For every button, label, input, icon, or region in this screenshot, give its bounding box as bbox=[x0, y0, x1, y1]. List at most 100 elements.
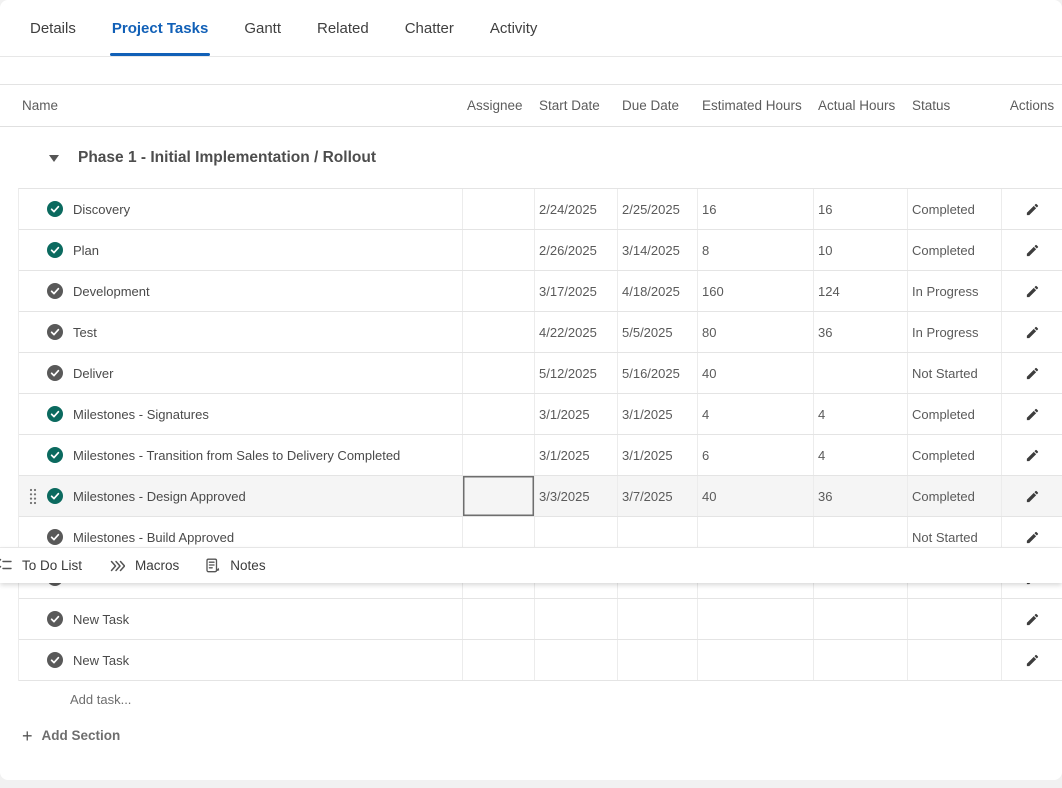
task-complete-icon[interactable] bbox=[47, 652, 63, 668]
drag-handle-icon[interactable] bbox=[29, 488, 37, 505]
start-date-cell[interactable]: 3/3/2025 bbox=[535, 476, 618, 516]
actual-hours-cell[interactable] bbox=[814, 599, 908, 639]
task-complete-icon[interactable] bbox=[47, 324, 63, 340]
assignee-cell[interactable] bbox=[463, 599, 535, 639]
assignee-cell[interactable] bbox=[463, 476, 535, 516]
assignee-cell[interactable] bbox=[463, 435, 535, 475]
estimated-hours-cell[interactable]: 40 bbox=[698, 476, 814, 516]
tab-details[interactable]: Details bbox=[30, 0, 76, 56]
due-date-cell[interactable]: 5/5/2025 bbox=[618, 312, 698, 352]
due-date-cell[interactable]: 3/1/2025 bbox=[618, 435, 698, 475]
assignee-cell[interactable] bbox=[463, 230, 535, 270]
estimated-hours-cell[interactable]: 8 bbox=[698, 230, 814, 270]
actual-hours-cell[interactable]: 16 bbox=[814, 189, 908, 229]
task-complete-icon[interactable] bbox=[47, 529, 63, 545]
edit-pencil-icon[interactable] bbox=[1025, 530, 1040, 545]
task-name-cell[interactable]: Deliver bbox=[19, 353, 463, 393]
due-date-cell[interactable]: 3/14/2025 bbox=[618, 230, 698, 270]
estimated-hours-cell[interactable]: 160 bbox=[698, 271, 814, 311]
tab-related[interactable]: Related bbox=[317, 0, 369, 56]
assignee-cell[interactable] bbox=[463, 189, 535, 229]
due-date-cell[interactable] bbox=[618, 640, 698, 680]
status-cell[interactable] bbox=[908, 640, 1002, 680]
task-complete-icon[interactable] bbox=[47, 365, 63, 381]
assignee-cell[interactable] bbox=[463, 312, 535, 352]
task-name-cell[interactable]: Development bbox=[19, 271, 463, 311]
collapse-caret-icon[interactable] bbox=[48, 153, 60, 163]
add-section-button[interactable]: + Add Section bbox=[22, 728, 120, 743]
due-date-cell[interactable]: 3/1/2025 bbox=[618, 394, 698, 434]
edit-pencil-icon[interactable] bbox=[1025, 407, 1040, 422]
edit-pencil-icon[interactable] bbox=[1025, 612, 1040, 627]
task-complete-icon[interactable] bbox=[47, 406, 63, 422]
start-date-cell[interactable]: 3/1/2025 bbox=[535, 394, 618, 434]
start-date-cell[interactable] bbox=[535, 640, 618, 680]
due-date-cell[interactable]: 5/16/2025 bbox=[618, 353, 698, 393]
macros-button[interactable]: Macros bbox=[110, 558, 179, 573]
status-cell[interactable]: Completed bbox=[908, 394, 1002, 434]
edit-pencil-icon[interactable] bbox=[1025, 325, 1040, 340]
edit-pencil-icon[interactable] bbox=[1025, 366, 1040, 381]
estimated-hours-cell[interactable]: 4 bbox=[698, 394, 814, 434]
todo-list-button[interactable]: To Do List bbox=[0, 558, 82, 574]
edit-pencil-icon[interactable] bbox=[1025, 243, 1040, 258]
due-date-cell[interactable]: 2/25/2025 bbox=[618, 189, 698, 229]
actual-hours-cell[interactable] bbox=[814, 640, 908, 680]
start-date-cell[interactable]: 3/1/2025 bbox=[535, 435, 618, 475]
task-name-cell[interactable]: Milestones - Design Approved bbox=[19, 476, 463, 516]
table-row[interactable]: Plan 2/26/2025 3/14/2025 8 10 Completed bbox=[19, 230, 1062, 271]
status-cell[interactable] bbox=[908, 599, 1002, 639]
task-name-cell[interactable]: New Task bbox=[19, 599, 463, 639]
tab-project-tasks[interactable]: Project Tasks bbox=[112, 0, 208, 56]
start-date-cell[interactable]: 5/12/2025 bbox=[535, 353, 618, 393]
tab-gantt[interactable]: Gantt bbox=[244, 0, 281, 56]
actual-hours-cell[interactable]: 4 bbox=[814, 435, 908, 475]
task-complete-icon[interactable] bbox=[47, 488, 63, 504]
edit-pencil-icon[interactable] bbox=[1025, 202, 1040, 217]
table-row[interactable]: Milestones - Design Approved 3/3/2025 3/… bbox=[19, 476, 1062, 517]
status-cell[interactable]: In Progress bbox=[908, 271, 1002, 311]
estimated-hours-cell[interactable] bbox=[698, 640, 814, 680]
table-row[interactable]: Milestones - Transition from Sales to De… bbox=[19, 435, 1062, 476]
table-row[interactable]: Discovery 2/24/2025 2/25/2025 16 16 Comp… bbox=[19, 189, 1062, 230]
task-name-cell[interactable]: Plan bbox=[19, 230, 463, 270]
start-date-cell[interactable]: 2/26/2025 bbox=[535, 230, 618, 270]
task-complete-icon[interactable] bbox=[47, 447, 63, 463]
due-date-cell[interactable]: 3/7/2025 bbox=[618, 476, 698, 516]
table-row[interactable]: New Task bbox=[19, 640, 1062, 681]
start-date-cell[interactable]: 4/22/2025 bbox=[535, 312, 618, 352]
actual-hours-cell[interactable] bbox=[814, 353, 908, 393]
estimated-hours-cell[interactable] bbox=[698, 599, 814, 639]
status-cell[interactable]: Not Started bbox=[908, 353, 1002, 393]
add-task-button[interactable]: Add task... bbox=[70, 692, 131, 707]
due-date-cell[interactable] bbox=[618, 599, 698, 639]
tab-chatter[interactable]: Chatter bbox=[405, 0, 454, 56]
status-cell[interactable]: Completed bbox=[908, 435, 1002, 475]
actual-hours-cell[interactable]: 36 bbox=[814, 476, 908, 516]
edit-pencil-icon[interactable] bbox=[1025, 489, 1040, 504]
table-row[interactable]: Test 4/22/2025 5/5/2025 80 36 In Progres… bbox=[19, 312, 1062, 353]
notes-button[interactable]: Notes bbox=[205, 558, 265, 573]
due-date-cell[interactable]: 4/18/2025 bbox=[618, 271, 698, 311]
status-cell[interactable]: Completed bbox=[908, 189, 1002, 229]
table-row[interactable]: Milestones - Signatures 3/1/2025 3/1/202… bbox=[19, 394, 1062, 435]
actual-hours-cell[interactable]: 4 bbox=[814, 394, 908, 434]
start-date-cell[interactable]: 2/24/2025 bbox=[535, 189, 618, 229]
task-name-cell[interactable]: Milestones - Signatures bbox=[19, 394, 463, 434]
edit-pencil-icon[interactable] bbox=[1025, 448, 1040, 463]
task-complete-icon[interactable] bbox=[47, 201, 63, 217]
task-name-cell[interactable]: Discovery bbox=[19, 189, 463, 229]
assignee-cell[interactable] bbox=[463, 394, 535, 434]
status-cell[interactable]: In Progress bbox=[908, 312, 1002, 352]
task-name-cell[interactable]: Test bbox=[19, 312, 463, 352]
actual-hours-cell[interactable]: 10 bbox=[814, 230, 908, 270]
start-date-cell[interactable]: 3/17/2025 bbox=[535, 271, 618, 311]
estimated-hours-cell[interactable]: 16 bbox=[698, 189, 814, 229]
task-name-cell[interactable]: New Task bbox=[19, 640, 463, 680]
table-row[interactable]: New Task bbox=[19, 599, 1062, 640]
estimated-hours-cell[interactable]: 6 bbox=[698, 435, 814, 475]
table-row[interactable]: Development 3/17/2025 4/18/2025 160 124 … bbox=[19, 271, 1062, 312]
edit-pencil-icon[interactable] bbox=[1025, 653, 1040, 668]
status-cell[interactable]: Completed bbox=[908, 476, 1002, 516]
table-row[interactable]: Deliver 5/12/2025 5/16/2025 40 Not Start… bbox=[19, 353, 1062, 394]
